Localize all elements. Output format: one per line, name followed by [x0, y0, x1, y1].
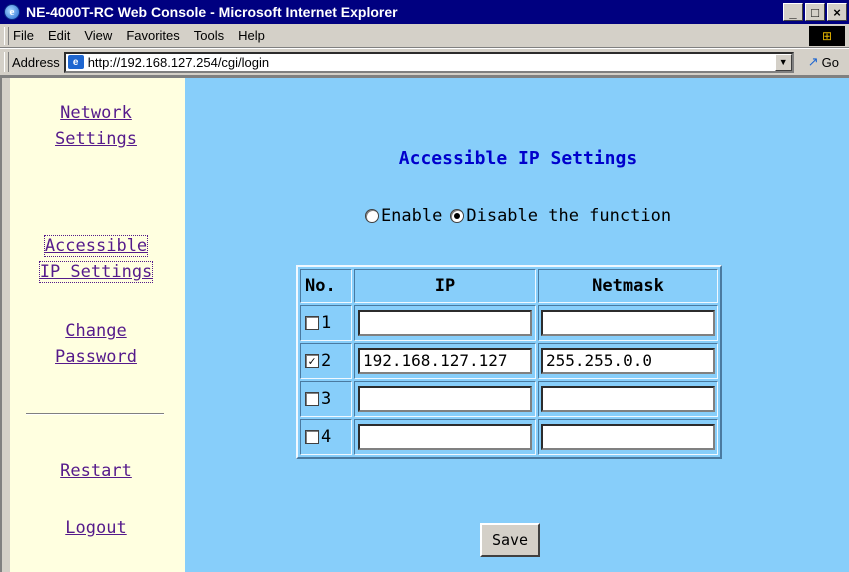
toolbar-grip[interactable] — [4, 52, 9, 72]
ip-field[interactable] — [358, 310, 532, 336]
address-dropdown-button[interactable]: ▼ — [774, 53, 792, 71]
netmask-field[interactable] — [541, 310, 715, 336]
address-input[interactable]: e http://192.168.127.254/cgi/login ▼ — [63, 51, 794, 73]
table-header-row: No. IP Netmask — [300, 269, 718, 303]
minimize-button[interactable]: _ — [783, 3, 803, 21]
address-bar: Address e http://192.168.127.254/cgi/log… — [0, 48, 849, 76]
address-label: Address — [12, 54, 60, 70]
save-button[interactable]: Save — [480, 523, 540, 557]
row-enable-checkbox[interactable]: ✓ — [305, 354, 319, 368]
netmask-field[interactable]: 255.255.0.0 — [541, 348, 715, 374]
window-title-bar: e NE-4000T-RC Web Console - Microsoft In… — [0, 0, 849, 24]
ip-field[interactable]: 192.168.127.127 — [358, 348, 532, 374]
menu-view[interactable]: View — [84, 28, 112, 43]
table-row: 3 — [300, 381, 718, 417]
go-label: Go — [821, 54, 839, 70]
chevron-down-icon: ▼ — [778, 57, 788, 67]
radio-enable[interactable] — [364, 209, 379, 223]
accessible-ip-table: No. IP Netmask 1 ✓ 2 192.168.127.127 255.… — [296, 265, 722, 459]
radio-disable-label[interactable]: Disable the function — [466, 206, 671, 226]
windows-logo-icon: ⊞ — [809, 26, 845, 46]
menu-help[interactable]: Help — [238, 28, 265, 43]
column-header-ip: IP — [354, 269, 536, 303]
netmask-field[interactable] — [541, 424, 715, 450]
netmask-field[interactable] — [541, 386, 715, 412]
toolbar-grip[interactable] — [4, 26, 9, 45]
ip-field[interactable] — [358, 386, 532, 412]
row-enable-checkbox[interactable] — [305, 392, 319, 406]
sidebar-item-logout[interactable]: Logout — [16, 515, 176, 541]
menu-edit[interactable]: Edit — [48, 28, 70, 43]
maximize-button[interactable]: □ — [805, 3, 825, 21]
table-row: ✓ 2 192.168.127.127 255.255.0.0 — [300, 343, 718, 379]
internet-explorer-icon: e — [4, 4, 20, 20]
menu-file[interactable]: File — [13, 28, 34, 43]
address-url[interactable]: http://192.168.127.254/cgi/login — [88, 55, 269, 70]
menu-bar: File Edit View Favorites Tools Help ⊞ — [0, 24, 849, 48]
page-content: Network Settings Accessible IP Settings … — [0, 76, 849, 572]
ip-field[interactable] — [358, 424, 532, 450]
close-button[interactable]: × — [827, 3, 847, 21]
column-header-no: No. — [300, 269, 352, 303]
sidebar-item-accessible-ip-settings[interactable]: Accessible IP Settings — [16, 233, 176, 285]
sidebar-item-change-password[interactable]: Change Password — [16, 318, 176, 370]
menu-tools[interactable]: Tools — [194, 28, 224, 43]
sidebar-item-network-settings[interactable]: Network Settings — [16, 100, 176, 152]
radio-enable-label[interactable]: Enable — [381, 206, 442, 226]
table-row: 1 — [300, 305, 718, 341]
row-enable-checkbox[interactable] — [305, 430, 319, 444]
window-title: NE-4000T-RC Web Console - Microsoft Inte… — [26, 4, 398, 20]
go-arrow-icon: ↗ — [807, 54, 819, 69]
go-button[interactable]: ↗ Go — [808, 54, 839, 70]
page-title: Accessible IP Settings — [398, 148, 638, 169]
menu-favorites[interactable]: Favorites — [126, 28, 179, 43]
sidebar-divider — [26, 413, 164, 415]
sidebar-item-restart[interactable]: Restart — [16, 458, 176, 484]
row-enable-checkbox[interactable] — [305, 316, 319, 330]
page-icon: e — [67, 55, 84, 69]
table-row: 4 — [300, 419, 718, 455]
column-header-netmask: Netmask — [538, 269, 718, 303]
radio-disable[interactable] — [450, 209, 465, 223]
enable-radio-group: Enable Disable the function — [185, 206, 849, 226]
